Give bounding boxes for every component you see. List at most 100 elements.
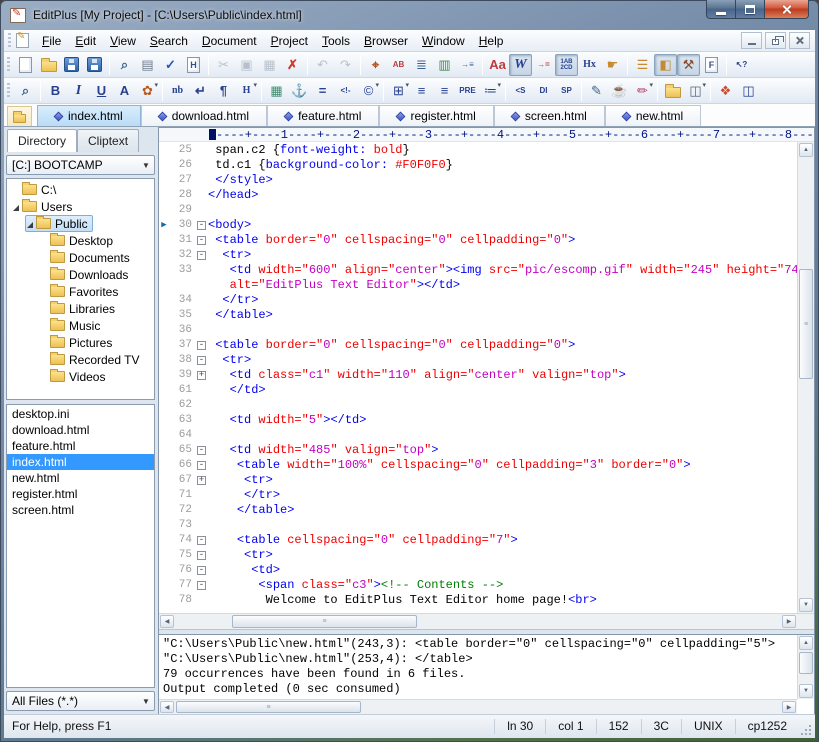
- tree-item-public[interactable]: Public: [7, 215, 154, 232]
- fold-expand-icon[interactable]: +: [197, 371, 206, 380]
- toolbar1-grip[interactable]: [7, 57, 10, 73]
- tab-register-html[interactable]: register.html: [379, 105, 493, 126]
- division-button[interactable]: DI: [532, 80, 555, 102]
- print-button[interactable]: ▤: [136, 54, 159, 76]
- file-list[interactable]: desktop.inidownload.htmlfeature.htmlinde…: [6, 404, 155, 688]
- list-button[interactable]: ≔: [479, 80, 502, 102]
- menu-window[interactable]: Window: [415, 31, 472, 51]
- fold-collapse-icon[interactable]: -: [197, 581, 206, 590]
- split-window-button[interactable]: ◫: [684, 80, 707, 102]
- file-filter-combobox[interactable]: All Files (*.*) ▼: [6, 691, 155, 711]
- file-item-feature-html[interactable]: feature.html: [7, 438, 154, 454]
- menu-search[interactable]: Search: [143, 31, 195, 51]
- fold-collapse-icon[interactable]: -: [197, 251, 206, 260]
- document-template-button[interactable]: ▥: [433, 54, 456, 76]
- tab-list-button[interactable]: [7, 106, 32, 126]
- toolbar2-grip[interactable]: [7, 83, 10, 99]
- sidebar-tab-directory[interactable]: Directory: [7, 129, 77, 152]
- tree-item-favorites[interactable]: Favorites: [7, 283, 154, 300]
- window-layout-button[interactable]: ◫: [737, 80, 760, 102]
- preformatted-button[interactable]: PRE: [456, 80, 479, 102]
- document-properties-button[interactable]: ☛: [601, 54, 624, 76]
- heading-button[interactable]: H: [235, 80, 258, 102]
- windows-logo-button[interactable]: ❖: [714, 80, 737, 102]
- user-tool-cup-button[interactable]: ☕: [608, 80, 631, 102]
- comment-button[interactable]: <!-: [334, 80, 357, 102]
- editor-area[interactable]: 25 span.c2 {font-weight: bold}26 td.c1 {…: [159, 142, 814, 613]
- directory-window-button[interactable]: ☰: [631, 54, 654, 76]
- table-button[interactable]: ⊞: [387, 80, 410, 102]
- image-button[interactable]: ▦: [265, 80, 288, 102]
- tree-item-videos[interactable]: Videos: [7, 368, 154, 385]
- save-button[interactable]: [60, 54, 83, 76]
- output-hscroll-thumb[interactable]: ≡: [176, 701, 361, 713]
- output-vertical-scrollbar[interactable]: ▲ ▼: [797, 635, 814, 699]
- code-lines[interactable]: 25 span.c2 {font-weight: bold}26 td.c1 {…: [159, 143, 797, 613]
- sidebar-tab-cliptext[interactable]: Cliptext: [77, 129, 139, 152]
- expander-icon[interactable]: [27, 222, 33, 228]
- output-window-button[interactable]: ⚒: [677, 54, 700, 76]
- underline-button[interactable]: U: [90, 80, 113, 102]
- tab-new-html[interactable]: new.html: [605, 105, 701, 126]
- fold-expand-icon[interactable]: +: [197, 476, 206, 485]
- minimize-button[interactable]: [706, 0, 736, 19]
- fold-collapse-icon[interactable]: -: [197, 461, 206, 470]
- word-wrap-button[interactable]: W: [509, 54, 532, 76]
- titlebar[interactable]: EditPlus [My Project] - [C:\Users\Public…: [0, 0, 819, 30]
- scroll-down-arrow[interactable]: ▼: [799, 684, 813, 698]
- context-help-button[interactable]: ↖?: [730, 54, 753, 76]
- fold-collapse-icon[interactable]: -: [197, 566, 206, 575]
- paragraph-button[interactable]: ¶: [212, 80, 235, 102]
- html-document-button[interactable]: H: [182, 54, 205, 76]
- directory-tree[interactable]: C:\UsersPublicDesktopDocumentsDownloadsF…: [6, 178, 155, 400]
- print-preview-button[interactable]: ⌕: [113, 54, 136, 76]
- fold-collapse-icon[interactable]: -: [197, 536, 206, 545]
- tab-screen-html[interactable]: screen.html: [494, 105, 605, 126]
- tree-item-pictures[interactable]: Pictures: [7, 334, 154, 351]
- menu-help[interactable]: Help: [472, 31, 511, 51]
- tree-item-c[interactable]: C:\: [7, 181, 154, 198]
- menu-project[interactable]: Project: [264, 31, 315, 51]
- maximize-button[interactable]: [736, 0, 764, 19]
- anchor-button[interactable]: ⚓: [288, 80, 311, 102]
- scroll-up-arrow[interactable]: ▲: [799, 636, 813, 650]
- scroll-right-arrow[interactable]: ▶: [782, 701, 796, 713]
- tree-item-downloads[interactable]: Downloads: [7, 266, 154, 283]
- resize-grip[interactable]: [799, 724, 813, 738]
- menu-view[interactable]: View: [103, 31, 143, 51]
- menu-tools[interactable]: Tools: [315, 31, 357, 51]
- scroll-left-arrow[interactable]: ◀: [160, 615, 174, 628]
- edit-source-button[interactable]: ✎: [585, 80, 608, 102]
- highlight-pens-button[interactable]: ✏: [631, 80, 654, 102]
- output-horizontal-scrollbar[interactable]: ◀ ≡ ▶: [159, 699, 797, 714]
- fold-collapse-icon[interactable]: -: [197, 446, 206, 455]
- fold-collapse-icon[interactable]: -: [197, 221, 206, 230]
- open-file-button[interactable]: [37, 54, 60, 76]
- expander-icon[interactable]: [13, 205, 19, 211]
- file-item-new-html[interactable]: new.html: [7, 470, 154, 486]
- scroll-down-arrow[interactable]: ▼: [799, 598, 813, 612]
- menu-edit[interactable]: Edit: [68, 31, 103, 51]
- file-item-download-html[interactable]: download.html: [7, 422, 154, 438]
- find-in-files-button[interactable]: ≣: [410, 54, 433, 76]
- special-char-button[interactable]: ©: [357, 80, 380, 102]
- change-case-button[interactable]: Aa: [486, 54, 509, 76]
- file-item-index-html[interactable]: index.html: [7, 454, 154, 470]
- cliptext-window-button[interactable]: ◧: [654, 54, 677, 76]
- tab-feature-html[interactable]: feature.html: [267, 105, 379, 126]
- file-item-desktop-ini[interactable]: desktop.ini: [7, 406, 154, 422]
- file-item-register-html[interactable]: register.html: [7, 486, 154, 502]
- line-numbers-button[interactable]: 1AB2CD: [555, 54, 578, 76]
- italic-button[interactable]: I: [67, 80, 90, 102]
- tab-download-html[interactable]: download.html: [141, 105, 267, 126]
- editor-horizontal-scrollbar[interactable]: ◀ ≡ ▶: [159, 613, 814, 629]
- indent-button[interactable]: →=: [532, 54, 555, 76]
- menubar-grip[interactable]: [8, 33, 11, 49]
- tab-index-html[interactable]: index.html: [37, 105, 141, 126]
- mdi-minimize-button[interactable]: [741, 32, 762, 49]
- new-file-button[interactable]: [14, 54, 37, 76]
- hex-view-button[interactable]: Hx: [578, 54, 601, 76]
- text-color-button[interactable]: ✿: [136, 80, 159, 102]
- tree-item-recorded-tv[interactable]: Recorded TV: [7, 351, 154, 368]
- mdi-close-button[interactable]: [789, 32, 810, 49]
